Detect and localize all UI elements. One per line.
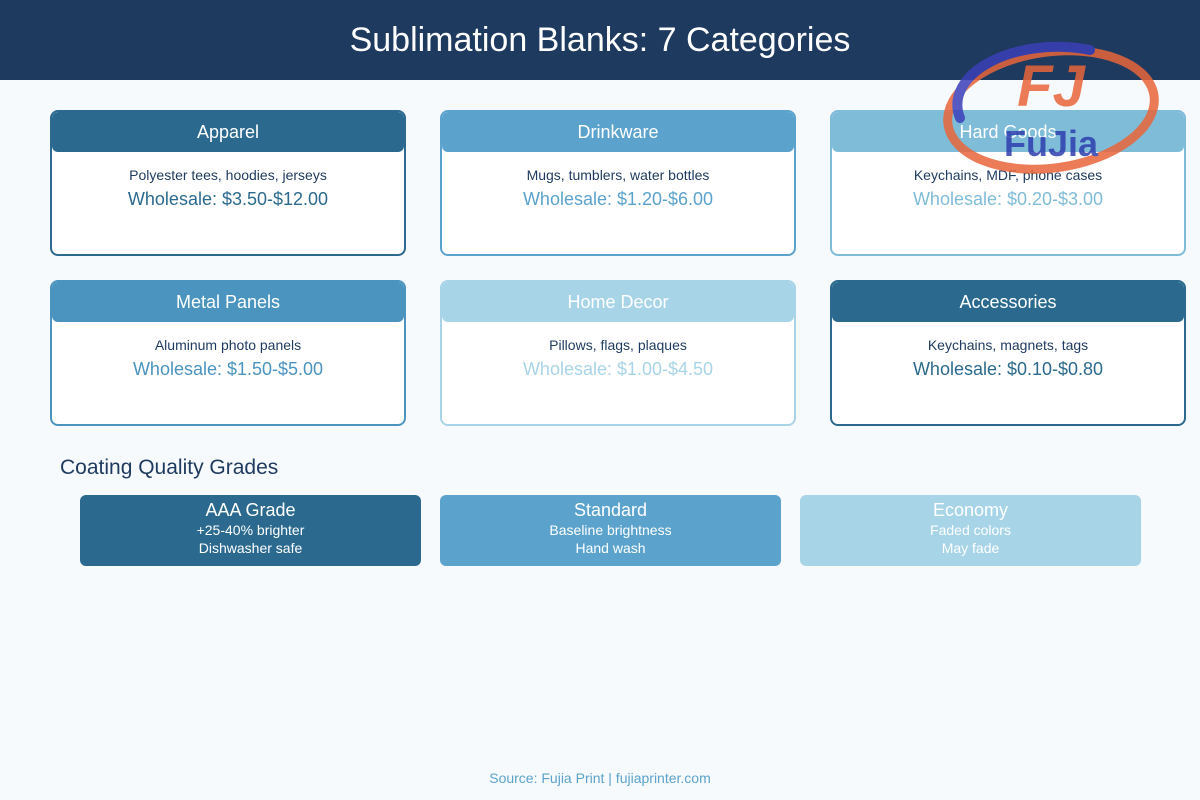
card-header: Metal Panels [52,282,404,322]
category-card-metal-panels: Metal Panels Aluminum photo panels Whole… [50,280,406,426]
card-price: Wholesale: $1.20-$6.00 [522,189,714,209]
card-title: Metal Panels [175,291,281,312]
grade-detail: Hand wash [575,540,646,556]
grade-detail: Dishwasher safe [198,540,303,556]
grade-box-standard: Standard Baseline brightness Hand wash [440,495,781,566]
card-header: Accessories [832,282,1184,322]
card-title: Accessories [959,291,1057,312]
coating-grades-title: Coating Quality Grades [60,456,279,479]
card-price: Wholesale: $0.10-$0.80 [912,359,1104,379]
card-description: Mugs, tumblers, water bottles [526,167,710,183]
category-card-drinkware: Drinkware Mugs, tumblers, water bottles … [440,110,796,256]
card-description: Polyester tees, hoodies, jerseys [129,167,327,183]
card-title: Home Decor [567,291,669,312]
grade-box-aaa: AAA Grade +25-40% brighter Dishwasher sa… [80,495,421,566]
footer-source: Source: Fujia Print | fujiaprinter.com [489,770,711,786]
grade-detail: May fade [941,540,1000,556]
fujia-logo: FJ FuJia [943,41,1159,174]
card-price: Wholesale: $0.20-$3.00 [912,189,1104,209]
card-header: Apparel [52,112,404,152]
card-title: Apparel [196,121,260,142]
card-description: Keychains, magnets, tags [927,337,1089,353]
card-price: Wholesale: $1.00-$4.50 [522,359,714,379]
card-header: Home Decor [442,282,794,322]
logo-mark: FJ [1017,54,1086,119]
card-description: Pillows, flags, plaques [549,337,687,353]
category-card-home-decor: Home Decor Pillows, flags, plaques Whole… [440,280,796,426]
grade-title: Economy [932,500,1009,520]
grade-detail: Faded colors [930,522,1011,538]
card-title: Drinkware [577,121,659,142]
category-card-accessories: Accessories Keychains, magnets, tags Who… [830,280,1186,426]
card-description: Aluminum photo panels [154,337,302,353]
grade-title: AAA Grade [205,500,296,520]
card-header: Drinkware [442,112,794,152]
card-price: Wholesale: $1.50-$5.00 [132,359,324,379]
grade-detail: +25-40% brighter [196,522,305,538]
category-card-apparel: Apparel Polyester tees, hoodies, jerseys… [50,110,406,256]
grade-detail: Baseline brightness [549,522,672,538]
card-price: Wholesale: $3.50-$12.00 [127,189,329,209]
grade-box-economy: Economy Faded colors May fade [800,495,1141,566]
grade-title: Standard [573,500,648,520]
logo-name: FuJia [1004,123,1099,164]
page-title: Sublimation Blanks: 7 Categories [349,20,851,59]
